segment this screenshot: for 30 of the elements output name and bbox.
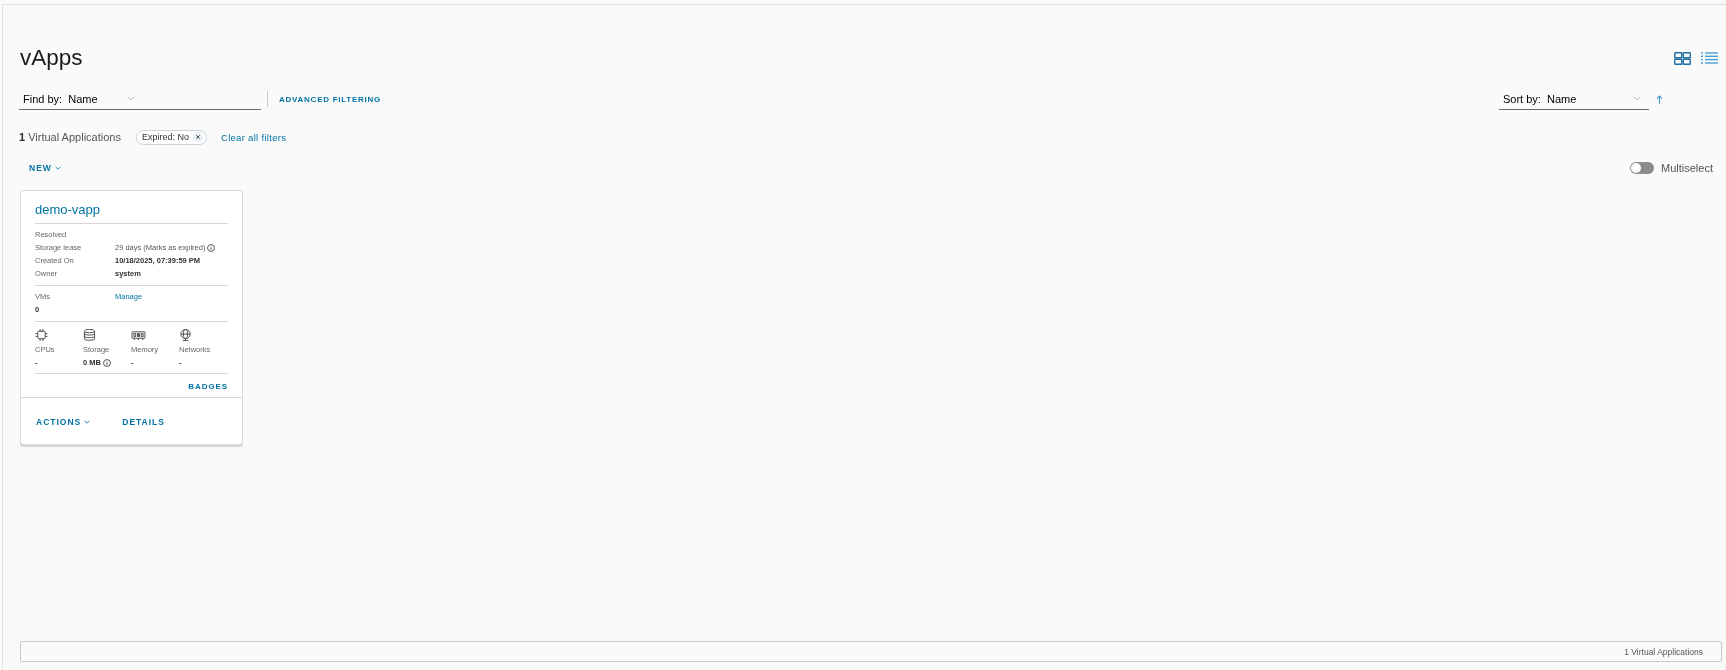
- info-icon[interactable]: [102, 358, 111, 367]
- info-icon[interactable]: [207, 243, 216, 252]
- clear-filters-link[interactable]: Clear all filters: [220, 131, 287, 143]
- results-count: 1 Virtual Applications: [19, 131, 121, 143]
- caret-icon: [84, 420, 91, 424]
- caret-icon: [54, 166, 61, 170]
- multiselect-label: Multiselect: [1661, 162, 1713, 174]
- find-by-select[interactable]: Find by: Name: [19, 92, 135, 105]
- vapp-name-link[interactable]: demo-vapp: [35, 202, 228, 224]
- caret-icon: [1633, 96, 1641, 101]
- close-icon[interactable]: [192, 132, 203, 142]
- list-view-icon[interactable]: [1701, 52, 1718, 64]
- advanced-filtering-link[interactable]: ADVANCED FILTERING: [279, 94, 382, 104]
- caret-icon: [126, 96, 135, 101]
- page-title: vApps: [20, 44, 83, 72]
- sort-by-select[interactable]: Sort by: Name: [1499, 88, 1649, 110]
- filter-label: Expired: No: [141, 132, 189, 142]
- new-button[interactable]: NEW: [29, 161, 61, 175]
- memory-icon: [131, 329, 146, 341]
- multiselect-toggle[interactable]: [1630, 162, 1655, 174]
- database-icon: [83, 329, 96, 341]
- globe-icon: [179, 329, 192, 341]
- chip-icon: [35, 329, 48, 341]
- actions-button[interactable]: ACTIONS: [36, 410, 91, 434]
- grid-view-icon[interactable]: [1674, 52, 1691, 65]
- search-field[interactable]: Find by: Name: [19, 88, 261, 110]
- footer-count: 1 Virtual Applications: [1624, 646, 1703, 657]
- arrow-up-icon[interactable]: [1656, 94, 1663, 104]
- badges-button[interactable]: BADGES: [188, 380, 228, 393]
- details-button[interactable]: DETAILS: [122, 410, 165, 434]
